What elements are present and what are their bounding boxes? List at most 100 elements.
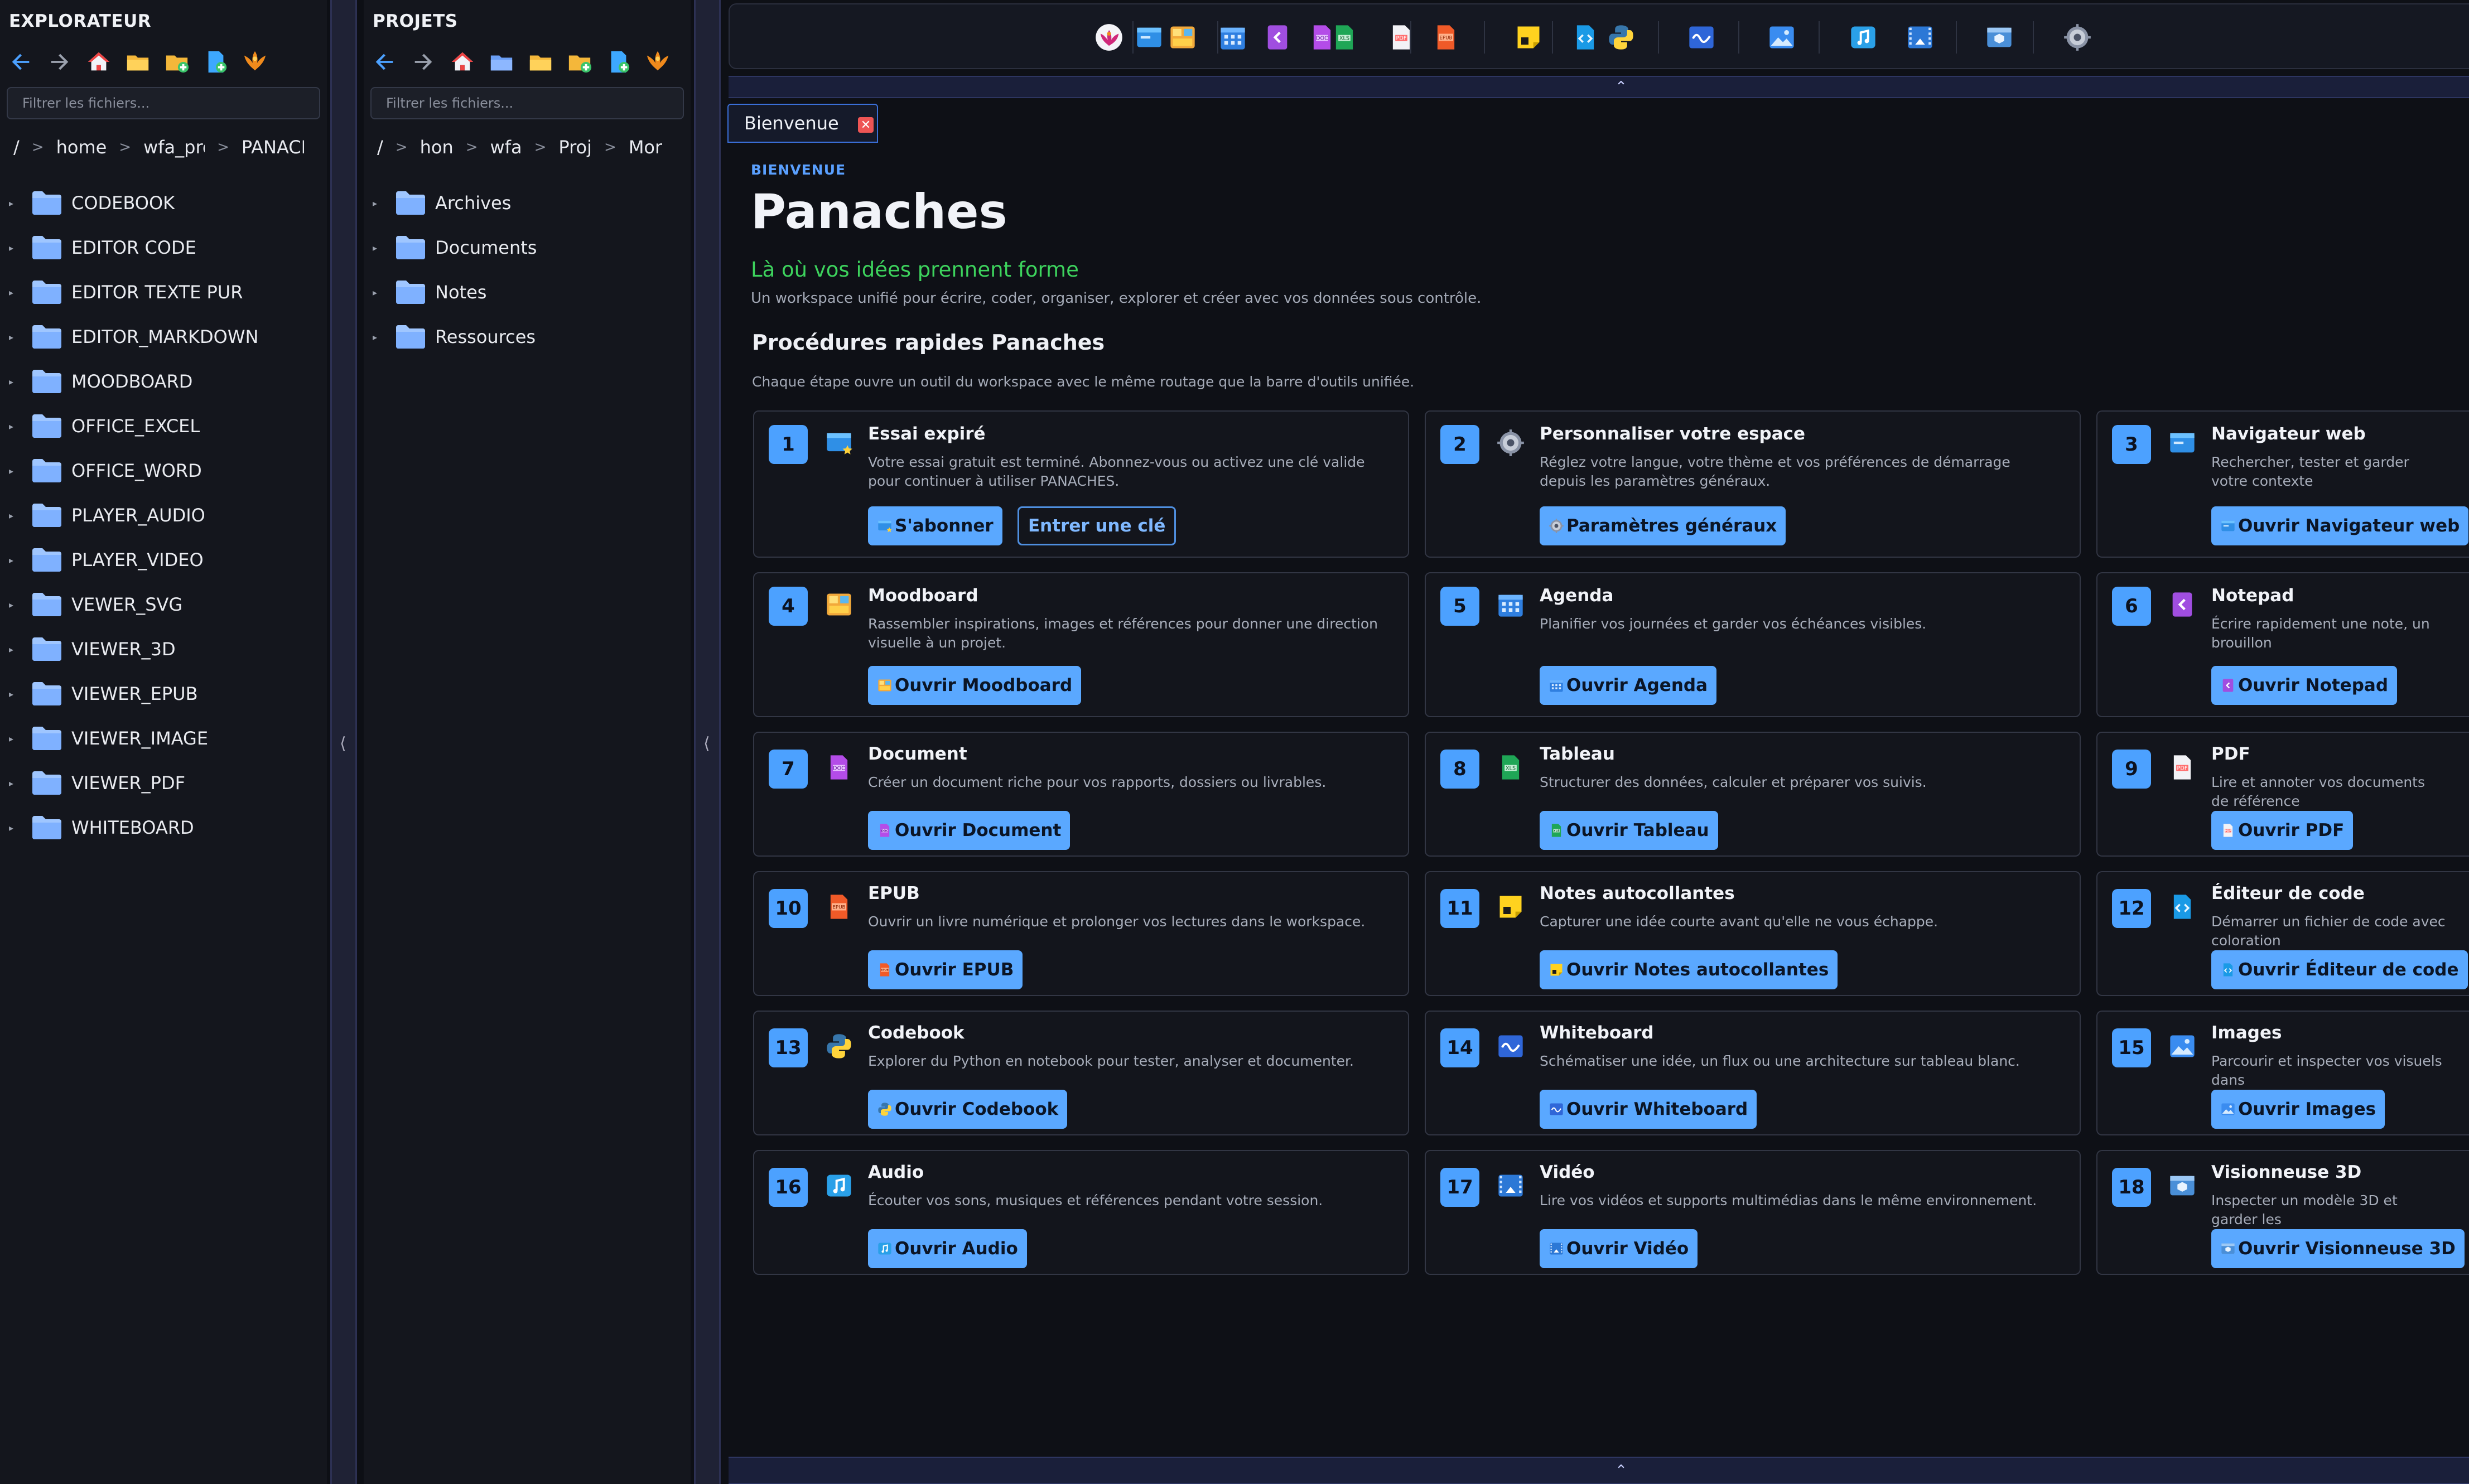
tree-folder-row[interactable]: ▸ Notes [364,270,691,315]
open-tool-button[interactable]: Ouvrir Codebook [868,1090,1068,1129]
tree-folder-row[interactable]: ▸ CODEBOOK [0,181,327,225]
close-tab-icon[interactable]: ✕ [858,117,874,133]
new-file-icon[interactable] [606,49,631,75]
tree-folder-row[interactable]: ▸ EDITOR CODE [0,225,327,270]
tree-folder-row[interactable]: ▸ Archives [364,181,691,225]
tree-folder-row[interactable]: ▸ VIEWER_IMAGE [0,716,327,761]
moodboard-icon[interactable] [1168,23,1197,52]
explorer-filter-input[interactable] [21,95,306,112]
tree-folder-row[interactable]: ▸ VEWER_SVG [0,582,327,627]
new-file-icon[interactable] [203,49,229,75]
enter-key-button[interactable]: Entrer une clé [1018,506,1176,545]
breadcrumb-projects[interactable]: Proj [558,137,592,158]
tree-folder-row[interactable]: ▸ Ressources [364,315,691,359]
breadcrumb-current[interactable]: PANACHES [242,137,304,158]
breadcrumb-home[interactable]: hon [420,137,454,158]
expand-caret-icon[interactable]: ▸ [9,243,20,253]
tab-bienvenue[interactable]: Bienvenue ✕ [727,104,878,143]
open-tool-button[interactable]: Ouvrir Vidéo [1540,1229,1698,1268]
sticky-note-icon[interactable] [1514,23,1543,52]
expand-caret-icon[interactable]: ▸ [9,466,20,476]
tree-folder-row[interactable]: ▸ VIEWER_PDF [0,761,327,805]
expand-caret-icon[interactable]: ▸ [9,555,20,565]
collapse-left-icon[interactable]: ⟨ [703,734,710,753]
expand-caret-icon[interactable]: ▸ [373,287,384,298]
open-folder-icon[interactable] [125,49,151,75]
new-folder-icon[interactable] [164,49,190,75]
breadcrumb-home[interactable]: home [56,137,107,158]
whiteboard-icon[interactable] [1687,23,1716,52]
expand-caret-icon[interactable]: ▸ [9,421,20,432]
breadcrumb-user[interactable]: wfa_pro [143,137,205,158]
breadcrumb-root[interactable]: / [377,137,383,158]
viewer-3d-icon[interactable] [1985,23,2014,52]
open-tool-button[interactable]: Ouvrir Agenda [1540,666,1717,705]
tree-folder-row[interactable]: ▸ WHITEBOARD [0,805,327,850]
open-tool-button[interactable]: Ouvrir Notepad [2211,666,2398,705]
home-icon[interactable] [86,49,112,75]
expand-caret-icon[interactable]: ▸ [9,778,20,789]
chevron-up-icon[interactable]: ⌃ [1615,79,1627,95]
open-folder-icon[interactable] [528,49,553,75]
browser-icon[interactable] [1135,23,1164,52]
audio-icon[interactable] [1849,23,1878,52]
notepad-icon[interactable] [1263,23,1292,52]
projects-filter-input[interactable] [385,95,669,112]
pdf-icon[interactable]: PDF [1387,23,1416,52]
breadcrumb-current[interactable]: Mor [629,137,662,158]
expand-caret-icon[interactable]: ▸ [9,376,20,387]
panaches-bird-icon[interactable] [645,49,671,75]
explorer-splitter[interactable]: ⟨ ⋮ [330,0,372,1484]
expand-caret-icon[interactable]: ▸ [9,689,20,699]
open-tool-button[interactable]: Paramètres généraux [1540,506,1786,545]
expand-caret-icon[interactable]: ▸ [9,287,20,298]
tree-folder-row[interactable]: ▸ EDITOR TEXTE PUR [0,270,327,315]
collapse-left-icon[interactable]: ⟨ [340,734,346,753]
open-tool-button[interactable]: Ouvrir Audio [868,1229,1027,1268]
expand-caret-icon[interactable]: ▸ [9,332,20,342]
explorer-filter[interactable] [7,87,320,119]
open-tool-button[interactable]: XLS Ouvrir Tableau [1540,811,1718,850]
breadcrumb-user[interactable]: wfa [490,137,522,158]
tree-folder-row[interactable]: ▸ PLAYER_AUDIO [0,493,327,538]
expand-caret-icon[interactable]: ▸ [373,198,384,209]
collapse-bottom-bar[interactable]: ⌃ [729,1457,2469,1484]
forward-arrow-icon[interactable] [411,49,436,75]
new-folder-icon[interactable] [567,49,592,75]
open-tool-button[interactable]: PDF Ouvrir PDF [2211,811,2354,850]
spreadsheet-icon[interactable]: XLS [1330,23,1359,52]
tree-folder-row[interactable]: ▸ Documents [364,225,691,270]
settings-icon[interactable] [2063,23,2092,52]
open-tool-button[interactable]: Ouvrir Visionneuse 3D [2211,1229,2465,1268]
open-tool-button[interactable]: Ouvrir Navigateur web [2211,506,2469,545]
tree-folder-row[interactable]: ▸ OFFICE_WORD [0,448,327,493]
expand-caret-icon[interactable]: ▸ [9,600,20,610]
expand-caret-icon[interactable]: ▸ [9,733,20,744]
open-tool-button[interactable]: Ouvrir Whiteboard [1540,1090,1757,1129]
projects-filter[interactable] [370,87,684,119]
tree-folder-row[interactable]: ▸ PLAYER_VIDEO [0,538,327,582]
tree-folder-row[interactable]: ▸ VIEWER_EPUB [0,671,327,716]
expand-caret-icon[interactable]: ▸ [9,644,20,655]
project-folder-icon[interactable] [489,49,514,75]
tree-folder-row[interactable]: ▸ MOODBOARD [0,359,327,404]
projects-splitter[interactable]: ⟨ ⋮ [694,0,736,1484]
expand-caret-icon[interactable]: ▸ [9,510,20,521]
expand-caret-icon[interactable]: ▸ [373,243,384,253]
agenda-icon[interactable] [1218,23,1247,52]
panaches-logo-icon[interactable] [1094,23,1123,52]
open-tool-button[interactable]: S'abonner [868,506,1002,545]
collapse-toolbar-bar[interactable]: ⌃ [729,76,2469,98]
open-tool-button[interactable]: DOC Ouvrir Document [868,811,1070,850]
video-icon[interactable] [1906,23,1935,52]
back-arrow-icon[interactable] [372,49,397,75]
breadcrumb-root[interactable]: / [13,137,20,158]
open-tool-button[interactable]: EPUB Ouvrir EPUB [868,950,1023,989]
tree-folder-row[interactable]: ▸ OFFICE_EXCEL [0,404,327,448]
open-tool-button[interactable]: Ouvrir Moodboard [868,666,1082,705]
home-icon[interactable] [450,49,475,75]
expand-caret-icon[interactable]: ▸ [9,823,20,833]
panaches-bird-icon[interactable] [242,49,268,75]
open-tool-button[interactable]: Ouvrir Notes autocollantes [1540,950,1838,989]
code-editor-icon[interactable] [1571,23,1600,52]
